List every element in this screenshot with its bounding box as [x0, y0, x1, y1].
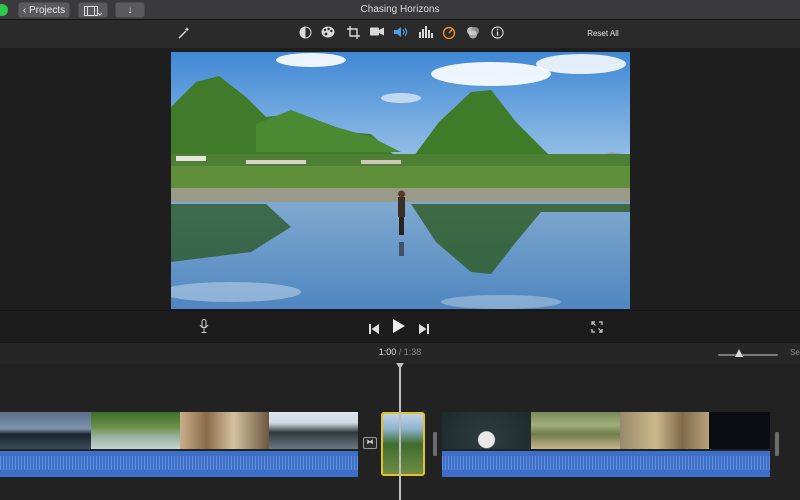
volume-icon[interactable]: [393, 26, 409, 42]
magic-wand-icon[interactable]: [176, 26, 192, 42]
audio-track[interactable]: [442, 451, 770, 477]
video-preview[interactable]: [171, 52, 630, 309]
selected-clip[interactable]: [381, 412, 425, 476]
timeline-clip[interactable]: [0, 412, 91, 449]
timecode: 1:00 / 1:38: [0, 347, 800, 357]
zoom-label: Se: [790, 348, 800, 357]
timeline-header: 1:00 / 1:38 Se: [0, 342, 800, 364]
filter-icon[interactable]: [465, 26, 481, 42]
microphone-icon[interactable]: [198, 319, 210, 335]
timeline-clip[interactable]: [91, 412, 180, 449]
audio-waveform: [0, 456, 358, 470]
timeline-clip[interactable]: [442, 412, 531, 449]
audio-track[interactable]: [0, 451, 358, 477]
skip-back-icon[interactable]: [368, 321, 380, 334]
title-bar: ‹ Projects ↓ Chasing Horizons: [0, 0, 800, 20]
zoom-slider[interactable]: [718, 354, 778, 356]
viewer: [0, 48, 800, 310]
clip-trim-handle[interactable]: [433, 432, 437, 456]
window-title: Chasing Horizons: [360, 4, 440, 15]
playhead[interactable]: [399, 364, 401, 500]
landscape-frame: [171, 52, 630, 309]
adjustment-toolbar: Reset All: [0, 20, 800, 48]
skip-forward-icon[interactable]: [418, 321, 430, 334]
audio-waveform: [442, 456, 770, 470]
camera-stabilization-icon[interactable]: [369, 26, 385, 42]
fullscreen-icon[interactable]: [590, 320, 604, 334]
color-palette-icon[interactable]: [320, 26, 336, 42]
crop-icon[interactable]: [345, 26, 361, 42]
equalizer-icon[interactable]: [418, 26, 434, 42]
color-balance-icon[interactable]: [297, 26, 313, 42]
timeline-clip[interactable]: [620, 412, 709, 449]
timeline-clip[interactable]: [180, 412, 269, 449]
playback-controls: [0, 310, 800, 342]
timeline-clip[interactable]: [709, 412, 770, 449]
transition-icon[interactable]: ⧓: [363, 437, 377, 449]
play-icon[interactable]: [392, 319, 406, 335]
timeline-clip[interactable]: [531, 412, 620, 449]
speedometer-icon[interactable]: [441, 26, 457, 42]
info-icon[interactable]: [489, 26, 505, 42]
zoom-slider-knob[interactable]: [735, 349, 743, 357]
current-time: 1:00: [378, 347, 397, 357]
timeline-clip[interactable]: [269, 412, 358, 449]
clip-trim-handle[interactable]: [775, 432, 779, 456]
total-time: 1:38: [403, 347, 422, 357]
reset-all-button[interactable]: Reset All: [578, 26, 628, 42]
time-separator: /: [398, 347, 402, 357]
